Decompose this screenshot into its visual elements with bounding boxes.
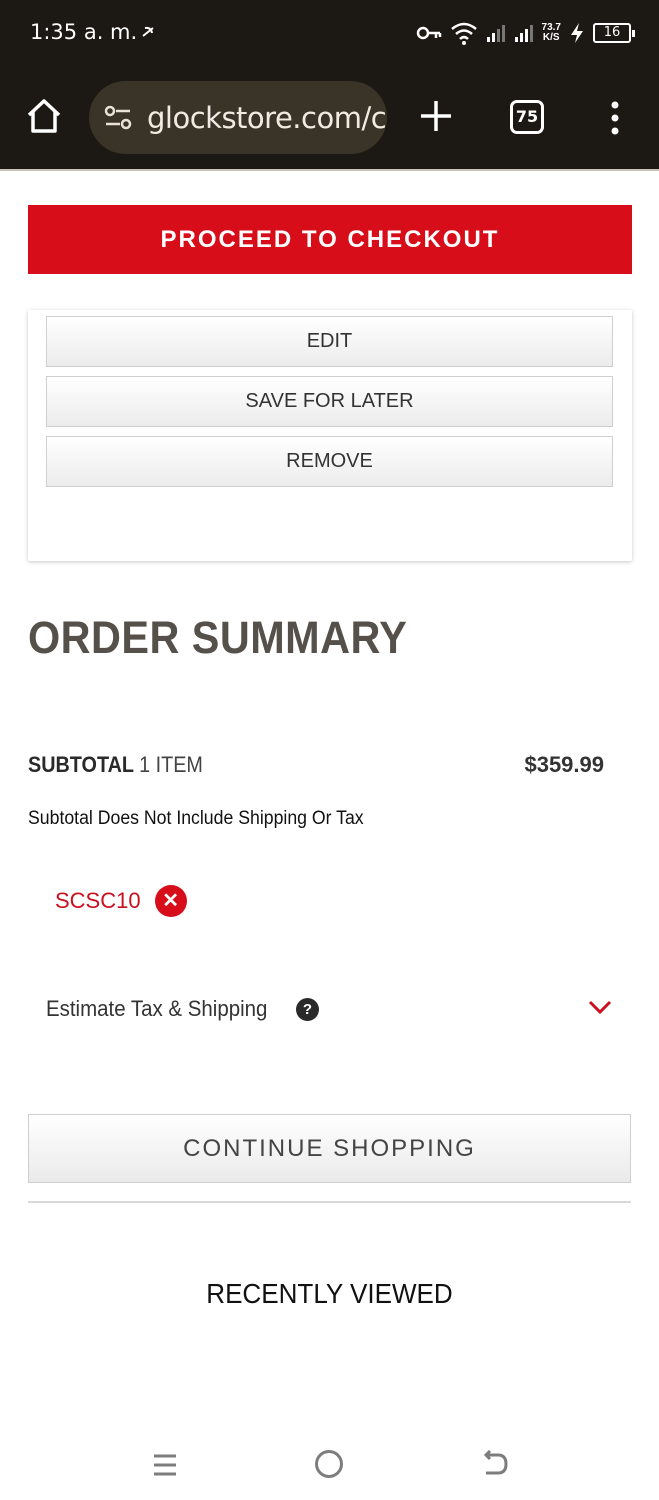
applied-promo: SCSC10 ✕ <box>55 884 187 918</box>
order-summary-title: ORDER SUMMARY <box>28 612 408 663</box>
section-divider <box>28 1201 631 1203</box>
signal-icon-2 <box>514 25 533 42</box>
subtotal-note: Subtotal Does Not Include Shipping Or Ta… <box>28 808 364 829</box>
nav-back-icon[interactable] <box>480 1450 510 1480</box>
nav-home-icon[interactable] <box>315 1450 343 1478</box>
signal-icon-1 <box>486 25 505 42</box>
new-tab-icon[interactable] <box>416 96 456 136</box>
charging-icon <box>571 23 583 43</box>
subtotal-label: SUBTOTAL 1 ITEM <box>28 752 203 777</box>
edit-button[interactable]: EDIT <box>46 316 613 367</box>
status-icons: 73.7 K/S 16 <box>416 18 635 48</box>
promo-code: SCSC10 <box>55 888 141 913</box>
battery-indicator: 16 <box>593 23 635 43</box>
url-text: glockstore.com/c <box>147 101 387 135</box>
nav-menu-icon[interactable] <box>152 1452 178 1478</box>
more-menu-icon[interactable] <box>603 100 627 136</box>
cart-item-card: EDIT SAVE FOR LATER REMOVE <box>28 310 632 561</box>
recently-viewed-title: RECENTLY VIEWED <box>206 1278 453 1309</box>
toolbar-divider <box>0 169 659 171</box>
status-time: 1:35 a. m. <box>30 20 138 44</box>
save-for-later-button[interactable]: SAVE FOR LATER <box>46 376 613 427</box>
address-bar[interactable]: glockstore.com/c <box>89 81 387 154</box>
estimate-tax-shipping-toggle[interactable]: Estimate Tax & Shipping ? <box>46 990 614 1030</box>
status-bar: 1:35 a. m. 73.7 K/S 16 <box>0 0 659 66</box>
subtotal-row: SUBTOTAL 1 ITEM $359.99 <box>28 752 604 782</box>
proceed-to-checkout-button[interactable]: PROCEED TO CHECKOUT <box>28 205 632 274</box>
browser-toolbar: glockstore.com/c 75 <box>0 66 659 170</box>
continue-shopping-button[interactable]: CONTINUE SHOPPING <box>28 1114 631 1183</box>
network-speed: 73.7 K/S <box>541 22 561 43</box>
system-nav-bar <box>0 1420 659 1500</box>
remove-promo-icon[interactable]: ✕ <box>154 885 187 917</box>
chevron-down-icon[interactable] <box>588 998 612 1016</box>
site-settings-icon[interactable] <box>103 103 133 133</box>
home-icon[interactable] <box>24 96 64 136</box>
help-icon[interactable]: ? <box>296 998 319 1021</box>
wifi-icon <box>450 22 477 45</box>
subtotal-amount: $359.99 <box>524 752 604 777</box>
tabs-icon[interactable]: 75 <box>510 100 544 134</box>
subtotal-item-count: 1 ITEM <box>139 752 203 777</box>
estimate-label: Estimate Tax & Shipping <box>46 996 268 1021</box>
key-icon <box>416 26 441 40</box>
remove-button[interactable]: REMOVE <box>46 436 613 487</box>
do-not-disturb-icon <box>142 26 154 37</box>
